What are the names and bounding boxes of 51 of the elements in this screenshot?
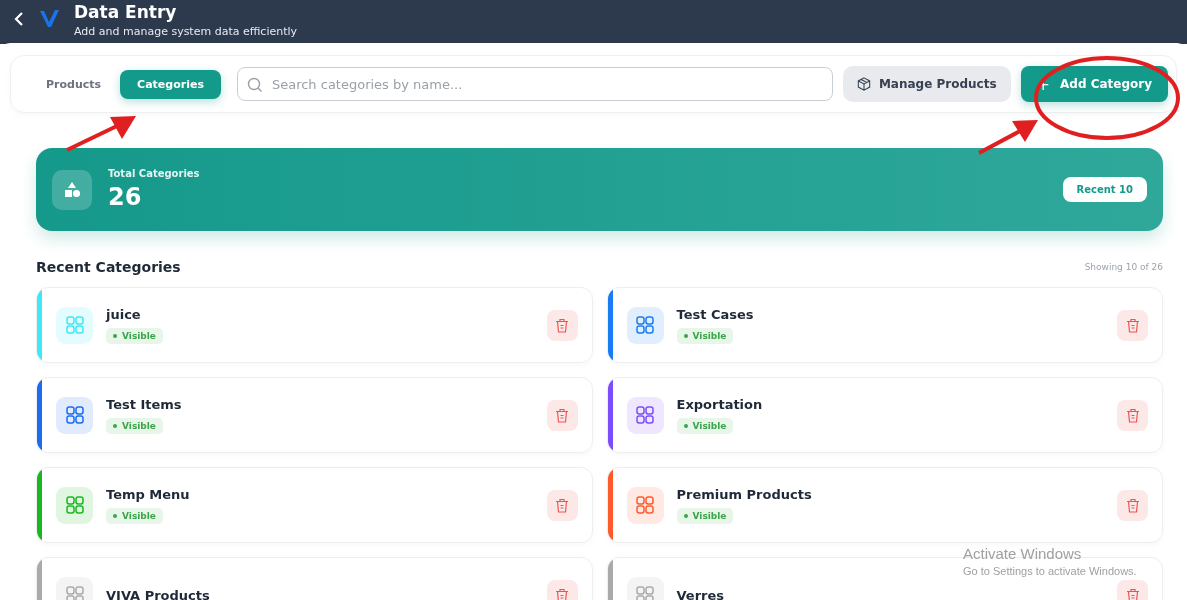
manage-products-button[interactable]: Manage Products — [842, 66, 1011, 102]
activation-notice-title: Activate Windows — [963, 545, 1083, 562]
section-title: Recent Categories — [36, 259, 181, 275]
trash-icon — [555, 317, 569, 333]
delete-button[interactable] — [546, 489, 578, 521]
delete-button[interactable] — [546, 309, 578, 341]
page-title: Data Entry — [74, 2, 178, 22]
delete-button[interactable] — [1117, 489, 1148, 521]
status-badge: Visible — [676, 327, 734, 344]
grid-icon — [56, 306, 93, 344]
summary-label: Total Categories — [108, 168, 200, 179]
category-name: VIVA Products — [106, 587, 211, 600]
trash-icon — [1125, 497, 1140, 513]
category-name: Premium Products — [676, 486, 813, 502]
activation-notice-text: Go to Settings to activate Windows. — [963, 565, 1137, 577]
category-name: Temp Menu — [106, 486, 191, 502]
category-name: Test Cases — [676, 306, 755, 322]
delete-button[interactable] — [1117, 309, 1148, 341]
category-name: Test Items — [106, 396, 183, 412]
trash-icon — [555, 407, 569, 423]
trash-icon — [1125, 407, 1140, 423]
trash-icon — [555, 497, 569, 513]
shapes-icon — [52, 169, 92, 210]
trash-icon — [1125, 317, 1140, 333]
status-badge: Visible — [106, 327, 163, 344]
recent-badge: Recent 10 — [1062, 177, 1147, 202]
back-icon[interactable] — [12, 12, 26, 26]
page-subtitle: Add and manage system data efficiently — [74, 25, 298, 38]
grid-icon — [626, 396, 664, 434]
grid-icon — [56, 396, 93, 434]
category-name: juice — [106, 306, 142, 322]
category-name: Exportation — [676, 396, 764, 412]
box-icon — [856, 77, 871, 91]
delete-button[interactable] — [1117, 399, 1148, 431]
showing-count: Showing 10 of 26 — [1084, 262, 1163, 272]
status-badge: Visible — [676, 507, 734, 524]
status-badge: Visible — [106, 507, 163, 524]
grid-icon — [56, 486, 93, 524]
trash-icon — [555, 587, 569, 600]
grid-icon — [626, 306, 664, 344]
grid-icon — [626, 486, 664, 524]
trash-icon — [1125, 587, 1140, 600]
search-field[interactable]: Search categories by name... — [236, 67, 833, 101]
summary-value: 26 — [108, 183, 143, 211]
tab[interactable]: Categories — [120, 69, 221, 99]
annotation-arrow — [976, 118, 1040, 156]
status-badge: Visible — [106, 417, 163, 434]
tab[interactable]: Products — [37, 69, 111, 99]
status-badge: Visible — [676, 417, 734, 434]
category-name: Verres — [676, 587, 726, 600]
delete-button[interactable] — [546, 399, 578, 431]
